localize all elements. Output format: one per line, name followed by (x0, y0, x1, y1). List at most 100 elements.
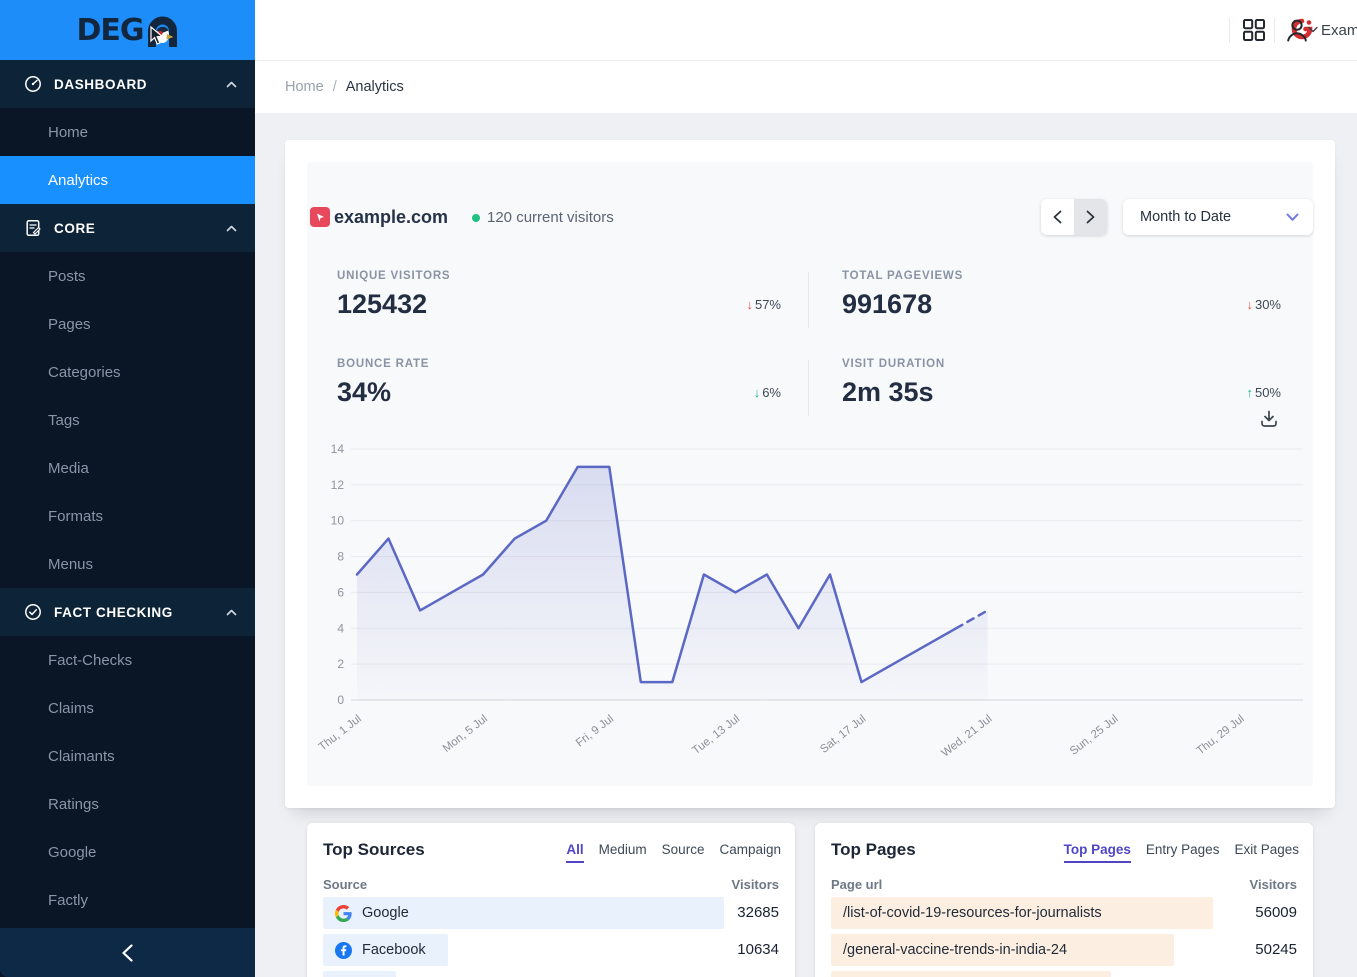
breadcrumb-home[interactable]: Home (285, 79, 324, 95)
sources-tab-campaign[interactable]: Campaign (719, 842, 781, 863)
sidebar-item-menus[interactable]: Menus (0, 540, 255, 588)
stat-total-pageviews: TOTAL PAGEVIEWS 991678 ↓30% (842, 270, 1281, 328)
sidebar-item-label: Categories (48, 364, 121, 381)
sidebar-item-claimants[interactable]: Claimants (0, 732, 255, 780)
top-pages-tabs: Top Pages Entry Pages Exit Pages (1064, 842, 1299, 863)
stat-divider (808, 272, 809, 328)
sidebar-item-google[interactable]: Google (0, 828, 255, 876)
stat-change: ↓6% (754, 385, 781, 400)
sidebar-item-claims[interactable]: Claims (0, 684, 255, 732)
user-profile-button[interactable] (1284, 17, 1310, 43)
svg-text:Wed, 21 Jul: Wed, 21 Jul (939, 713, 994, 760)
page-row[interactable]: /general-vaccine-trends-in-india-2450245 (831, 934, 1297, 966)
stat-label: BOUNCE RATE (337, 358, 781, 370)
facebook-icon (335, 942, 352, 959)
sidebar-item-label: Media (48, 460, 89, 477)
stat-visit-duration: VISIT DURATION 2m 35s ↑50% (842, 358, 1281, 416)
prev-period-button[interactable] (1041, 199, 1074, 235)
stat-unique-visitors: UNIQUE VISITORS 125432 ↓57% (337, 270, 781, 328)
sidebar-section-core[interactable]: CORE (0, 204, 255, 252)
sidebar-item-label: Menus (48, 556, 93, 573)
source-row[interactable]: Facebook 10634 (323, 934, 779, 966)
sidebar-collapse-button[interactable] (0, 928, 255, 977)
sources-tab-all[interactable]: All (566, 842, 583, 863)
page-row[interactable]: /list-of-covid-19-resources-for-journali… (831, 897, 1297, 929)
document-icon (24, 219, 42, 237)
stat-value: 991678 (842, 289, 1281, 320)
user-chevron-down-icon[interactable] (1308, 26, 1318, 33)
column-source: Source (323, 877, 367, 892)
app-logo[interactable]: DEG (0, 0, 255, 60)
sidebar-item-categories[interactable]: Categories (0, 348, 255, 396)
source-name: Facebook (335, 934, 426, 966)
pages-tab-exit-pages[interactable]: Exit Pages (1234, 842, 1299, 863)
sidebar-item-posts[interactable]: Posts (0, 252, 255, 300)
visitors-value: 10634 (737, 934, 779, 966)
stat-value: 34% (337, 377, 781, 408)
stat-label: TOTAL PAGEVIEWS (842, 270, 1281, 282)
svg-text:14: 14 (331, 442, 345, 456)
sidebar-item-ratings[interactable]: Ratings (0, 780, 255, 828)
sources-tab-source[interactable]: Source (662, 842, 705, 863)
top-header: Example (255, 0, 1357, 61)
sidebar-item-formats[interactable]: Formats (0, 492, 255, 540)
stat-label: VISIT DURATION (842, 358, 1281, 370)
app-root: { "window_title": "Dega Admin Analytics"… (0, 0, 1357, 977)
stat-label: UNIQUE VISITORS (337, 270, 781, 282)
chevron-down-icon (1286, 213, 1299, 222)
top-sources-title: Top Sources (323, 840, 425, 860)
sidebar-item-tags[interactable]: Tags (0, 396, 255, 444)
sidebar-section-fact-checking[interactable]: FACT CHECKING (0, 588, 255, 636)
svg-text:0: 0 (337, 693, 344, 707)
pages-tab-entry-pages[interactable]: Entry Pages (1146, 842, 1220, 863)
sidebar-nav: DASHBOARD Home Analytics CORE PostsPages Cate… (0, 60, 255, 924)
current-visitors: 120 current visitors (487, 209, 614, 226)
column-page-url: Page url (831, 877, 882, 892)
apps-grid-icon[interactable] (1241, 17, 1267, 43)
header-divider (1274, 18, 1275, 43)
source-row (323, 971, 779, 977)
trend-arrow-icon: ↓ (746, 297, 753, 312)
period-stepper (1041, 199, 1107, 235)
pages-tab-top-pages[interactable]: Top Pages (1064, 842, 1131, 863)
check-circle-icon (24, 603, 42, 621)
chevron-up-icon (226, 81, 237, 88)
sidebar-item-label: Google (48, 844, 96, 861)
stat-change: ↓30% (1246, 297, 1281, 312)
chevron-up-icon (226, 225, 237, 232)
trend-arrow-icon: ↓ (754, 385, 761, 400)
svg-text:10: 10 (331, 514, 345, 528)
analytics-panel-inner: example.com 120 current visitors Month t… (307, 162, 1313, 786)
stat-bounce-rate: BOUNCE RATE 34% ↓6% (337, 358, 781, 416)
site-favicon (310, 207, 330, 227)
sidebar-item-fact-checks[interactable]: Fact-Checks (0, 636, 255, 684)
column-visitors: Visitors (1250, 877, 1297, 892)
source-row[interactable]: Google32685 (323, 897, 779, 929)
chevron-up-icon (226, 609, 237, 616)
sidebar-section-label: CORE (54, 221, 226, 236)
sidebar-item-label: Claimants (48, 748, 115, 765)
breadcrumb-separator: / (333, 79, 337, 95)
sidebar-item-label: Tags (48, 412, 80, 429)
page-url: /general-vaccine-trends-in-india-24 (843, 934, 1067, 966)
breadcrumb: Home / Analytics (255, 61, 1357, 113)
stat-divider (808, 360, 809, 416)
period-value: Month to Date (1140, 209, 1286, 225)
site-name: example.com (334, 207, 448, 228)
sidebar-item-label: Fact-Checks (48, 652, 132, 669)
page-row (831, 971, 1297, 977)
next-period-button[interactable] (1074, 199, 1107, 235)
sidebar-item-pages[interactable]: Pages (0, 300, 255, 348)
sidebar-item-analytics[interactable]: Analytics (0, 156, 255, 204)
download-icon[interactable] (1259, 409, 1279, 429)
sidebar-item-label: Factly (48, 892, 88, 909)
sidebar-item-home[interactable]: Home (0, 108, 255, 156)
sidebar-item-label: Home (48, 124, 88, 141)
chevron-left-icon (122, 944, 133, 962)
sidebar-item-media[interactable]: Media (0, 444, 255, 492)
sidebar-section-dashboard[interactable]: DASHBOARD (0, 60, 255, 108)
sidebar-item-factly[interactable]: Factly (0, 876, 255, 924)
top-pages-card: Top Pages Top Pages Entry Pages Exit Pages… (815, 823, 1313, 977)
period-dropdown[interactable]: Month to Date (1123, 199, 1313, 235)
sources-tab-medium[interactable]: Medium (599, 842, 647, 863)
